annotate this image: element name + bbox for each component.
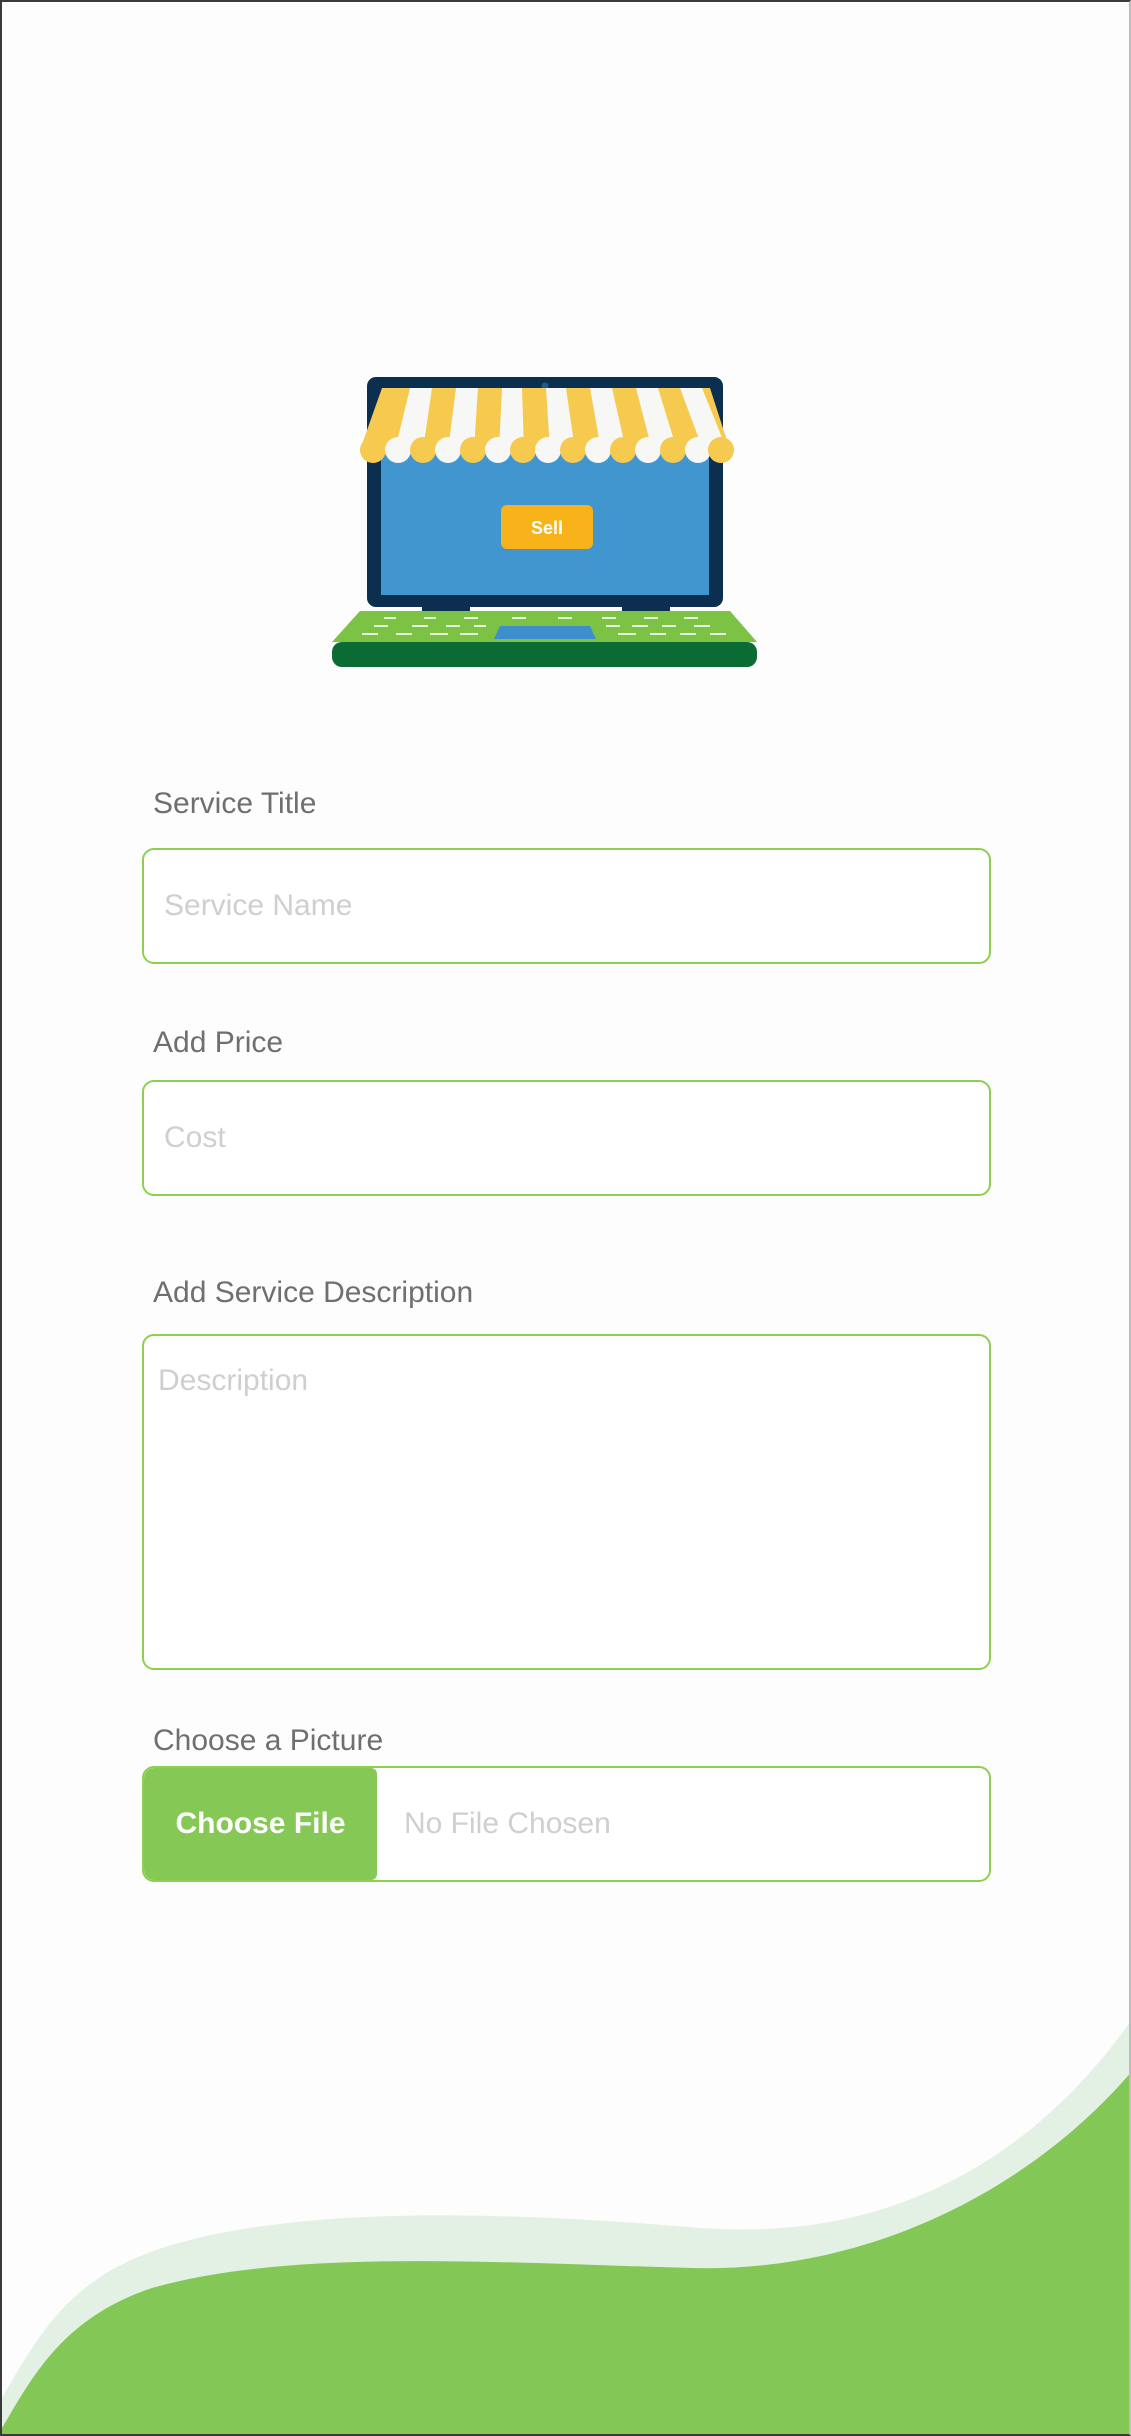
choose-file-button[interactable]: Choose File [144, 1768, 377, 1880]
file-picker: Choose File No File Chosen [142, 1766, 991, 1882]
laptop-store-illustration: Sell [332, 377, 757, 667]
laptop-base [332, 642, 757, 667]
sell-label: Sell [531, 518, 563, 538]
service-title-input[interactable] [144, 850, 989, 962]
price-label: Add Price [153, 1026, 284, 1059]
app-screen: Sell Service Title Service Name Add Pric… [0, 0, 1131, 2436]
picture-label: Choose a Picture [153, 1724, 384, 1757]
description-field-box [142, 1334, 991, 1670]
file-status-text: No File Chosen [404, 1807, 611, 1840]
awning-scallops [360, 437, 734, 463]
touchpad [494, 626, 596, 639]
price-field-box [142, 1080, 991, 1196]
price-input[interactable] [144, 1082, 989, 1194]
description-textarea[interactable] [144, 1336, 989, 1668]
service-title-label: Service Title [153, 787, 317, 820]
description-label: Add Service Description [153, 1276, 474, 1309]
bottom-wave-decoration [2, 2023, 1129, 2434]
service-title-field-box [142, 848, 991, 964]
